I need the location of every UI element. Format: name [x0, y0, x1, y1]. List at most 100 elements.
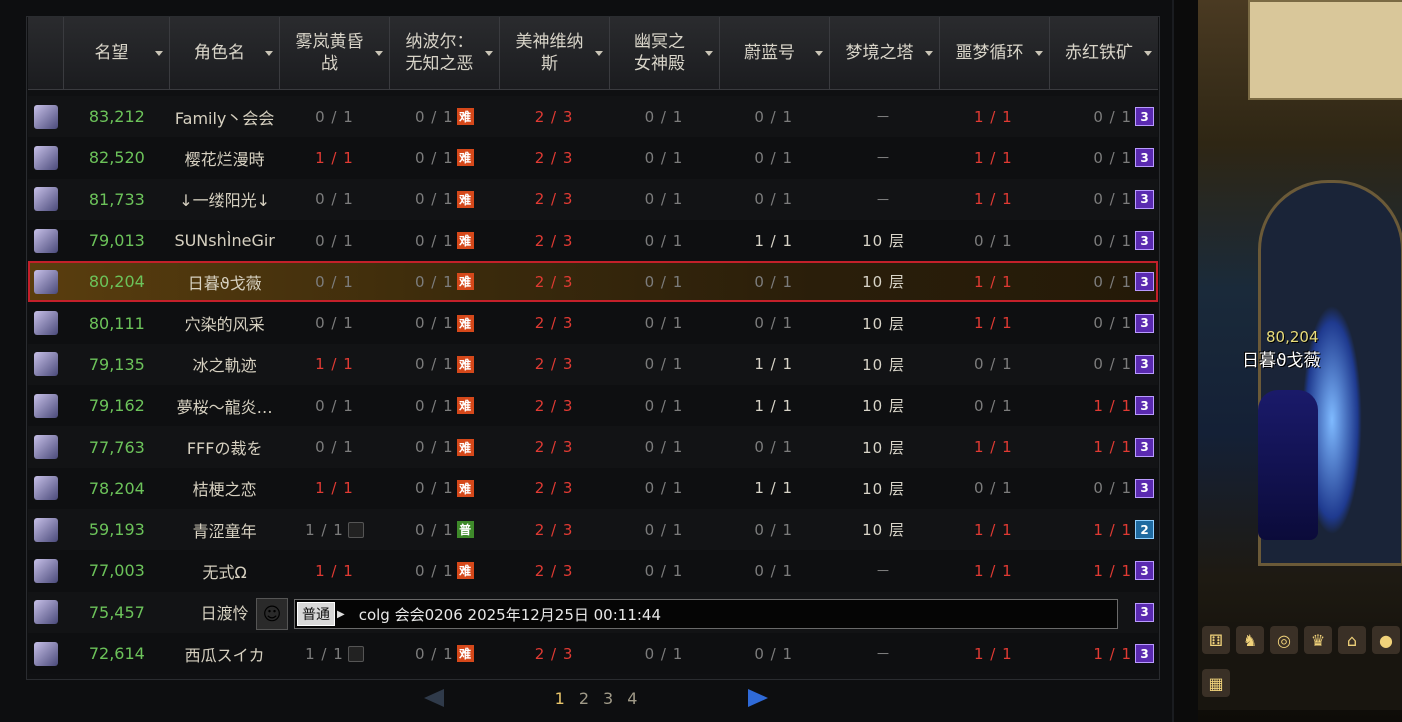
sort-arrow-icon [815, 51, 823, 56]
table-row[interactable]: 79,135 冰之軌迹 1 / 10 / 1难2 / 30 / 11 / 1 10 层… [28, 343, 1158, 386]
emoji-button[interactable]: ☺ [256, 598, 288, 630]
table-row[interactable]: 77,003 无式Ω 1 / 10 / 1难2 / 30 / 10 / 1 － 1 / … [28, 550, 1158, 592]
dungeon-cell-3: 2 / 3 [499, 302, 609, 343]
difficulty-badge: 难 [456, 314, 474, 332]
header-col-dungeon-5[interactable]: 蔚蓝号 [720, 17, 830, 89]
dungeon-cell-7-text: 1 / 1 [974, 438, 1013, 457]
header-col-dungeon-4[interactable]: 幽冥之 女神殿 [610, 17, 720, 89]
table-row[interactable]: 79,162 夢桜～龍炎… 0 / 10 / 1难2 / 30 / 11 / 1 10… [28, 385, 1158, 427]
character-name: FFFの裁を [170, 426, 280, 467]
dungeon-cell-5-text: 1 / 1 [754, 479, 794, 498]
portal-icon[interactable]: ◎ [1270, 626, 1298, 654]
dungeon-cell-1-text: 1 / 1 [315, 148, 354, 167]
dungeon-cell-1-text: 0 / 1 [315, 314, 354, 333]
reputation-value: 77,763 [64, 426, 170, 467]
dungeon-cell-4: 0 / 1 [609, 468, 719, 509]
dungeon-cell-3-text: 2 / 3 [534, 314, 574, 333]
dungeon-cell-1-text: 1 / 1 [305, 520, 344, 539]
dungeon-cell-8-text: 1 / 1 [1093, 520, 1133, 539]
dungeon-cell-3: 2 / 3 [499, 344, 609, 385]
character-name: 冰之軌迹 [170, 344, 280, 385]
table-row[interactable]: 72,614 西瓜スイカ 1 / 10 / 1难2 / 30 / 10 / 1 － 1 … [28, 632, 1158, 675]
dungeon-cell-3: 2 / 3 [499, 137, 609, 178]
reputation-value-text: 79,135 [88, 354, 145, 374]
avatar-cell [28, 302, 64, 343]
dungeon-cell-2: 0 / 1难 [389, 550, 499, 591]
dungeon-cell-8-text: 0 / 1 [1093, 479, 1133, 498]
dungeon-cell-2-text: 0 / 1 [414, 148, 454, 167]
chat-input[interactable]: 普通 ▶ colg 会会0206 2025年12月25日 00:11:44 [294, 599, 1118, 629]
dungeon-cell-5-text: 1 / 1 [754, 231, 794, 250]
minimap[interactable] [1248, 0, 1402, 100]
header-col-dungeon-3[interactable]: 美神维纳 斯 [500, 17, 610, 89]
dungeon-cell-1: 0 / 1 [280, 426, 390, 467]
dungeon-cell-4-text: 0 / 1 [644, 148, 684, 167]
dice-icon[interactable]: ⚅ [1202, 626, 1230, 654]
avatar [33, 228, 58, 253]
next-page-icon[interactable] [748, 689, 768, 707]
table-row[interactable]: 80,204 日暮ϑ戈薇 0 / 10 / 1难2 / 30 / 10 / 1 10 … [28, 261, 1158, 303]
dungeon-cell-8: 0 / 13 [1048, 96, 1158, 137]
prev-page-icon[interactable] [424, 689, 444, 707]
mount-icon[interactable]: ♞ [1236, 626, 1264, 654]
page-link[interactable]: 4 [627, 689, 637, 708]
page-link[interactable]: 1 [555, 689, 565, 708]
difficulty-badge: 难 [456, 479, 474, 497]
table-row[interactable]: 82,520 樱花烂漫時 1 / 10 / 1难2 / 30 / 10 / 1 － 1 … [28, 137, 1158, 179]
character-name: 日暮ϑ戈薇 [170, 261, 280, 302]
dungeon-cell-8-text: 0 / 1 [1093, 272, 1133, 291]
tier-badge: 3 [1135, 231, 1155, 251]
header-col-dungeon-1[interactable]: 雾岚黄昏 战 [280, 17, 390, 89]
avatar [33, 558, 58, 583]
table-header: 名望 角色名 雾岚黄昏 战 纳波尔： 无知之恶 美神维纳 斯 幽冥之 女神殿 蔚… [28, 17, 1158, 90]
dungeon-cell-8: 1 / 13 [1048, 633, 1158, 674]
tier-badge: 3 [1135, 148, 1155, 168]
table-row[interactable]: 83,212 Family丶会会 0 / 10 / 1难2 / 30 / 10 / … [28, 96, 1158, 138]
dungeon-cell-1: 1 / 1 [280, 509, 390, 550]
location-pin-icon[interactable]: ● [1372, 626, 1400, 654]
header-label: 纳波尔： 无知之恶 [405, 32, 474, 74]
dungeon-cell-2-text: 0 / 1 [414, 396, 454, 415]
table-row[interactable]: 78,204 桔梗之恋 1 / 10 / 1难2 / 30 / 11 / 1 10 层… [28, 467, 1158, 509]
dungeon-cell-5: 0 / 1 [719, 426, 829, 467]
table-row[interactable]: 80,111 穴染的风采 0 / 10 / 1难2 / 30 / 10 / 1 10 … [28, 302, 1158, 344]
page-link[interactable]: 2 [579, 689, 589, 708]
ranking-panel: 名望 角色名 雾岚黄昏 战 纳波尔： 无知之恶 美神维纳 斯 幽冥之 女神殿 蔚… [0, 0, 1174, 722]
difficulty-badge: 难 [456, 108, 474, 126]
table-row[interactable]: 79,013 SUNshÌneGir 0 / 10 / 1难2 / 30 / 11 … [28, 219, 1158, 262]
avatar [33, 187, 58, 212]
difficulty-badge: 难 [456, 273, 474, 291]
header-col-dungeon-2[interactable]: 纳波尔： 无知之恶 [390, 17, 500, 89]
reputation-value-text: 83,212 [88, 107, 145, 127]
table-row[interactable]: 81,733 ↓一缕阳光↓ 0 / 10 / 1难2 / 30 / 10 / 1 － 1… [28, 178, 1158, 220]
home-icon[interactable]: ⌂ [1338, 626, 1366, 654]
header-col-reputation[interactable]: 名望 [64, 17, 170, 89]
reputation-value-text: 59,193 [88, 520, 145, 540]
dungeon-cell-5: 0 / 1 [719, 96, 829, 137]
character-name: SUNshÌneGir [170, 220, 280, 261]
table-row[interactable]: 59,193 青涩童年 1 / 10 / 1普2 / 30 / 10 / 1 10 层… [28, 508, 1158, 551]
header-col-dungeon-7[interactable]: 噩梦循环 [940, 17, 1050, 89]
header-label: 角色名 [194, 43, 245, 63]
dungeon-cell-8: 1 / 13 [1048, 426, 1158, 467]
dungeon-cell-5-text: 0 / 1 [754, 438, 794, 457]
lock-icon [347, 645, 364, 662]
header-col-dungeon-6[interactable]: 梦境之塔 [830, 17, 940, 89]
dungeon-cell-1-text: 0 / 1 [315, 438, 354, 457]
crown-icon[interactable]: ♛ [1304, 626, 1332, 654]
tier-badge: 3 [1135, 396, 1155, 416]
chat-channel-tag[interactable]: 普通 [297, 602, 335, 626]
character-name: 西瓜スイカ [170, 633, 280, 674]
page-link[interactable]: 3 [603, 689, 613, 708]
dungeon-cell-7: 1 / 1 [938, 509, 1048, 550]
dungeon-cell-2: 0 / 1难 [389, 426, 499, 467]
avatar [33, 393, 58, 418]
header-col-name[interactable]: 角色名 [170, 17, 280, 89]
player-character[interactable] [1258, 390, 1318, 540]
calendar-icon[interactable]: ▦ [1202, 669, 1230, 697]
dungeon-cell-3-text: 2 / 3 [534, 561, 574, 580]
dungeon-cell-6: 10 层 [829, 261, 939, 302]
table-row[interactable]: 77,763 FFFの裁を 0 / 10 / 1难2 / 30 / 10 / 1 10… [28, 426, 1158, 468]
dungeon-cell-1: 1 / 1 [280, 468, 390, 509]
header-col-dungeon-8[interactable]: 赤红铁矿 [1050, 17, 1158, 89]
